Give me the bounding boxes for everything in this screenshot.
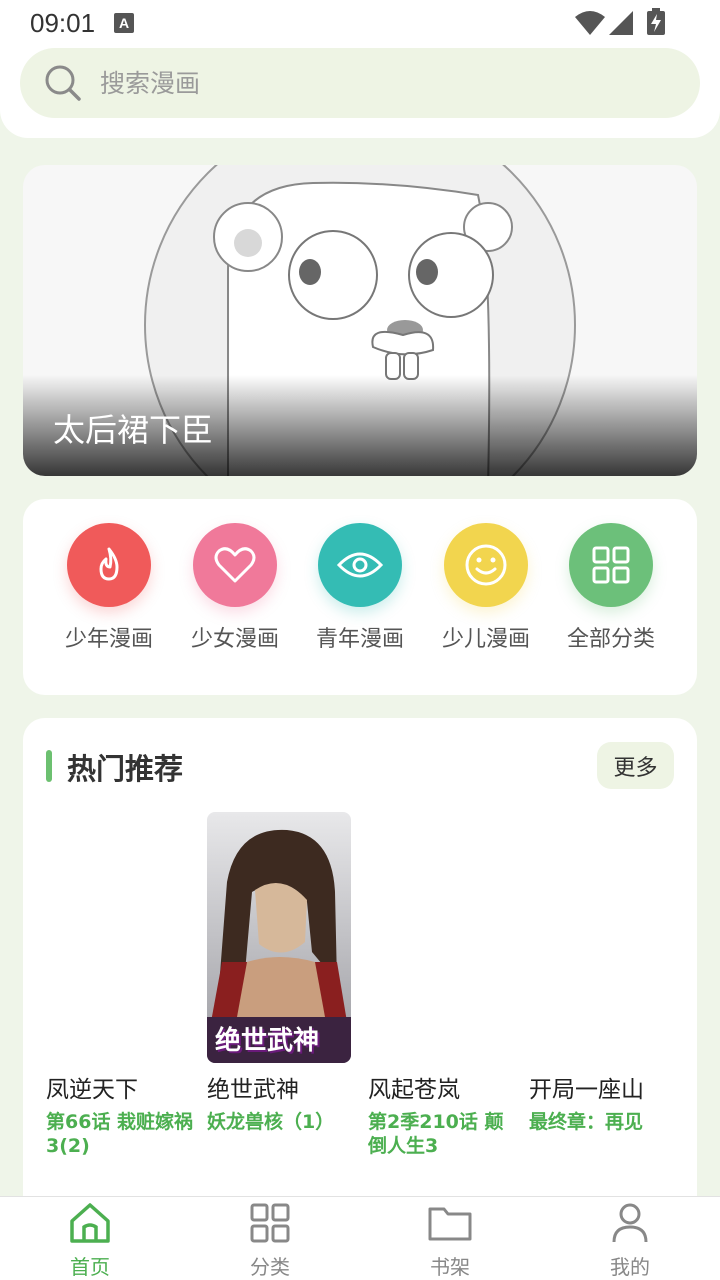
- category-label: 全部分类: [566, 627, 655, 652]
- banner-title: 太后裙下臣: [53, 411, 214, 449]
- flame-icon: [67, 523, 151, 607]
- search-input[interactable]: [100, 62, 660, 104]
- heart-icon: [193, 523, 277, 607]
- comic-card[interactable]: 凤逆天下 第66话 栽赃嫁祸3(2): [46, 812, 196, 1157]
- comic-cover-title: 绝世武神: [215, 1026, 320, 1056]
- category-label: 少儿漫画: [441, 627, 530, 652]
- battery-charging-icon: [647, 8, 665, 35]
- keyboard-a-icon: A: [114, 13, 134, 33]
- search-icon: [45, 65, 81, 101]
- status-time: 09:01: [30, 8, 96, 38]
- folder-icon: [428, 1207, 472, 1241]
- grid-icon: [569, 523, 653, 607]
- comic-card[interactable]: 绝世武神 绝世武神 妖龙兽核（1）: [207, 812, 357, 1133]
- person-icon: [612, 1203, 648, 1243]
- category-seinen[interactable]: 青年漫画: [305, 523, 415, 663]
- home-icon: [70, 1203, 110, 1243]
- comic-name: 风起苍岚: [368, 1077, 460, 1103]
- category-all[interactable]: 全部分类: [556, 523, 666, 663]
- category-kids[interactable]: 少儿漫画: [431, 523, 541, 663]
- comic-cover: [529, 812, 673, 1063]
- nav-label: 首页: [70, 1255, 110, 1279]
- comic-card[interactable]: 风起苍岚 第2季210话 颠倒人生3: [368, 812, 518, 1157]
- comic-chapter: 最终章：再见: [529, 1111, 644, 1133]
- comic-card[interactable]: 开局一座山 最终章：再见: [529, 812, 679, 1133]
- section-accent-bar: [46, 750, 52, 782]
- status-bar: 09:01 A: [0, 0, 720, 46]
- nav-bookshelf[interactable]: 书架: [390, 1201, 510, 1280]
- nav-mine[interactable]: 我的: [570, 1201, 690, 1280]
- nav-home[interactable]: 首页: [30, 1201, 150, 1280]
- nav-label: 我的: [610, 1255, 650, 1279]
- grid-icon: [250, 1203, 290, 1243]
- comic-cover: [368, 812, 512, 1063]
- comic-chapter: 妖龙兽核（1）: [207, 1111, 335, 1133]
- nav-label: 分类: [250, 1255, 290, 1279]
- comic-cover: 绝世武神: [207, 812, 351, 1063]
- search-bar[interactable]: [20, 48, 700, 118]
- bottom-nav: 首页 分类 书架 我的: [0, 1196, 720, 1280]
- smile-icon: [444, 523, 528, 607]
- signal-icon: [609, 11, 633, 35]
- category-label: 少年漫画: [64, 627, 153, 652]
- nav-category[interactable]: 分类: [210, 1201, 330, 1280]
- comic-cover: [46, 812, 190, 1063]
- category-label: 少女漫画: [190, 627, 279, 652]
- wifi-icon: [575, 11, 605, 35]
- category-label: 青年漫画: [315, 627, 404, 652]
- comic-chapter: 第66话 栽赃嫁祸3(2): [46, 1111, 194, 1157]
- category-shonen[interactable]: 少年漫画: [54, 523, 164, 663]
- section-title: 热门推荐: [67, 752, 184, 786]
- nav-label: 书架: [430, 1255, 470, 1279]
- comic-name: 开局一座山: [529, 1077, 644, 1103]
- more-button[interactable]: 更多: [597, 742, 674, 789]
- eye-icon: [318, 523, 402, 607]
- category-panel: 少年漫画 少女漫画 青年漫画 少儿漫画 全部分类: [23, 499, 697, 695]
- hot-recommend-panel: 热门推荐 更多 凤逆天下 第66话 栽赃嫁祸3(2) 绝世武神 绝世武神 妖龙兽…: [23, 718, 697, 1218]
- banner-carousel[interactable]: 太后裙下臣: [23, 165, 697, 476]
- top-bar: 09:01 A: [0, 0, 720, 138]
- comic-name: 绝世武神: [207, 1077, 299, 1103]
- comic-name: 凤逆天下: [46, 1077, 138, 1103]
- category-shoujo[interactable]: 少女漫画: [180, 523, 290, 663]
- comic-chapter: 第2季210话 颠倒人生3: [368, 1111, 504, 1157]
